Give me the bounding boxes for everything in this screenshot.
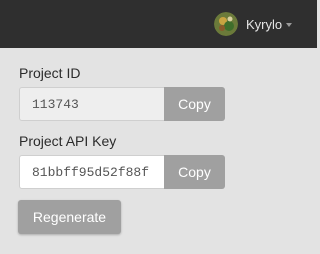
api-key-field[interactable]: [19, 155, 164, 189]
username[interactable]: Kyrylo: [246, 17, 282, 32]
top-bar: Kyrylo: [0, 0, 317, 48]
user-avatar-icon[interactable]: [214, 12, 238, 36]
project-id-field[interactable]: [19, 87, 164, 121]
project-settings-panel: Project ID Copy Project API Key Copy Reg…: [0, 48, 317, 254]
regenerate-button[interactable]: Regenerate: [18, 200, 121, 234]
chevron-down-icon[interactable]: [286, 23, 293, 27]
copy-project-id-button[interactable]: Copy: [164, 87, 225, 121]
api-key-label: Project API Key: [19, 133, 117, 149]
copy-api-key-button[interactable]: Copy: [164, 155, 225, 189]
project-id-label: Project ID: [19, 65, 81, 81]
user-menu[interactable]: Kyrylo: [214, 12, 293, 36]
